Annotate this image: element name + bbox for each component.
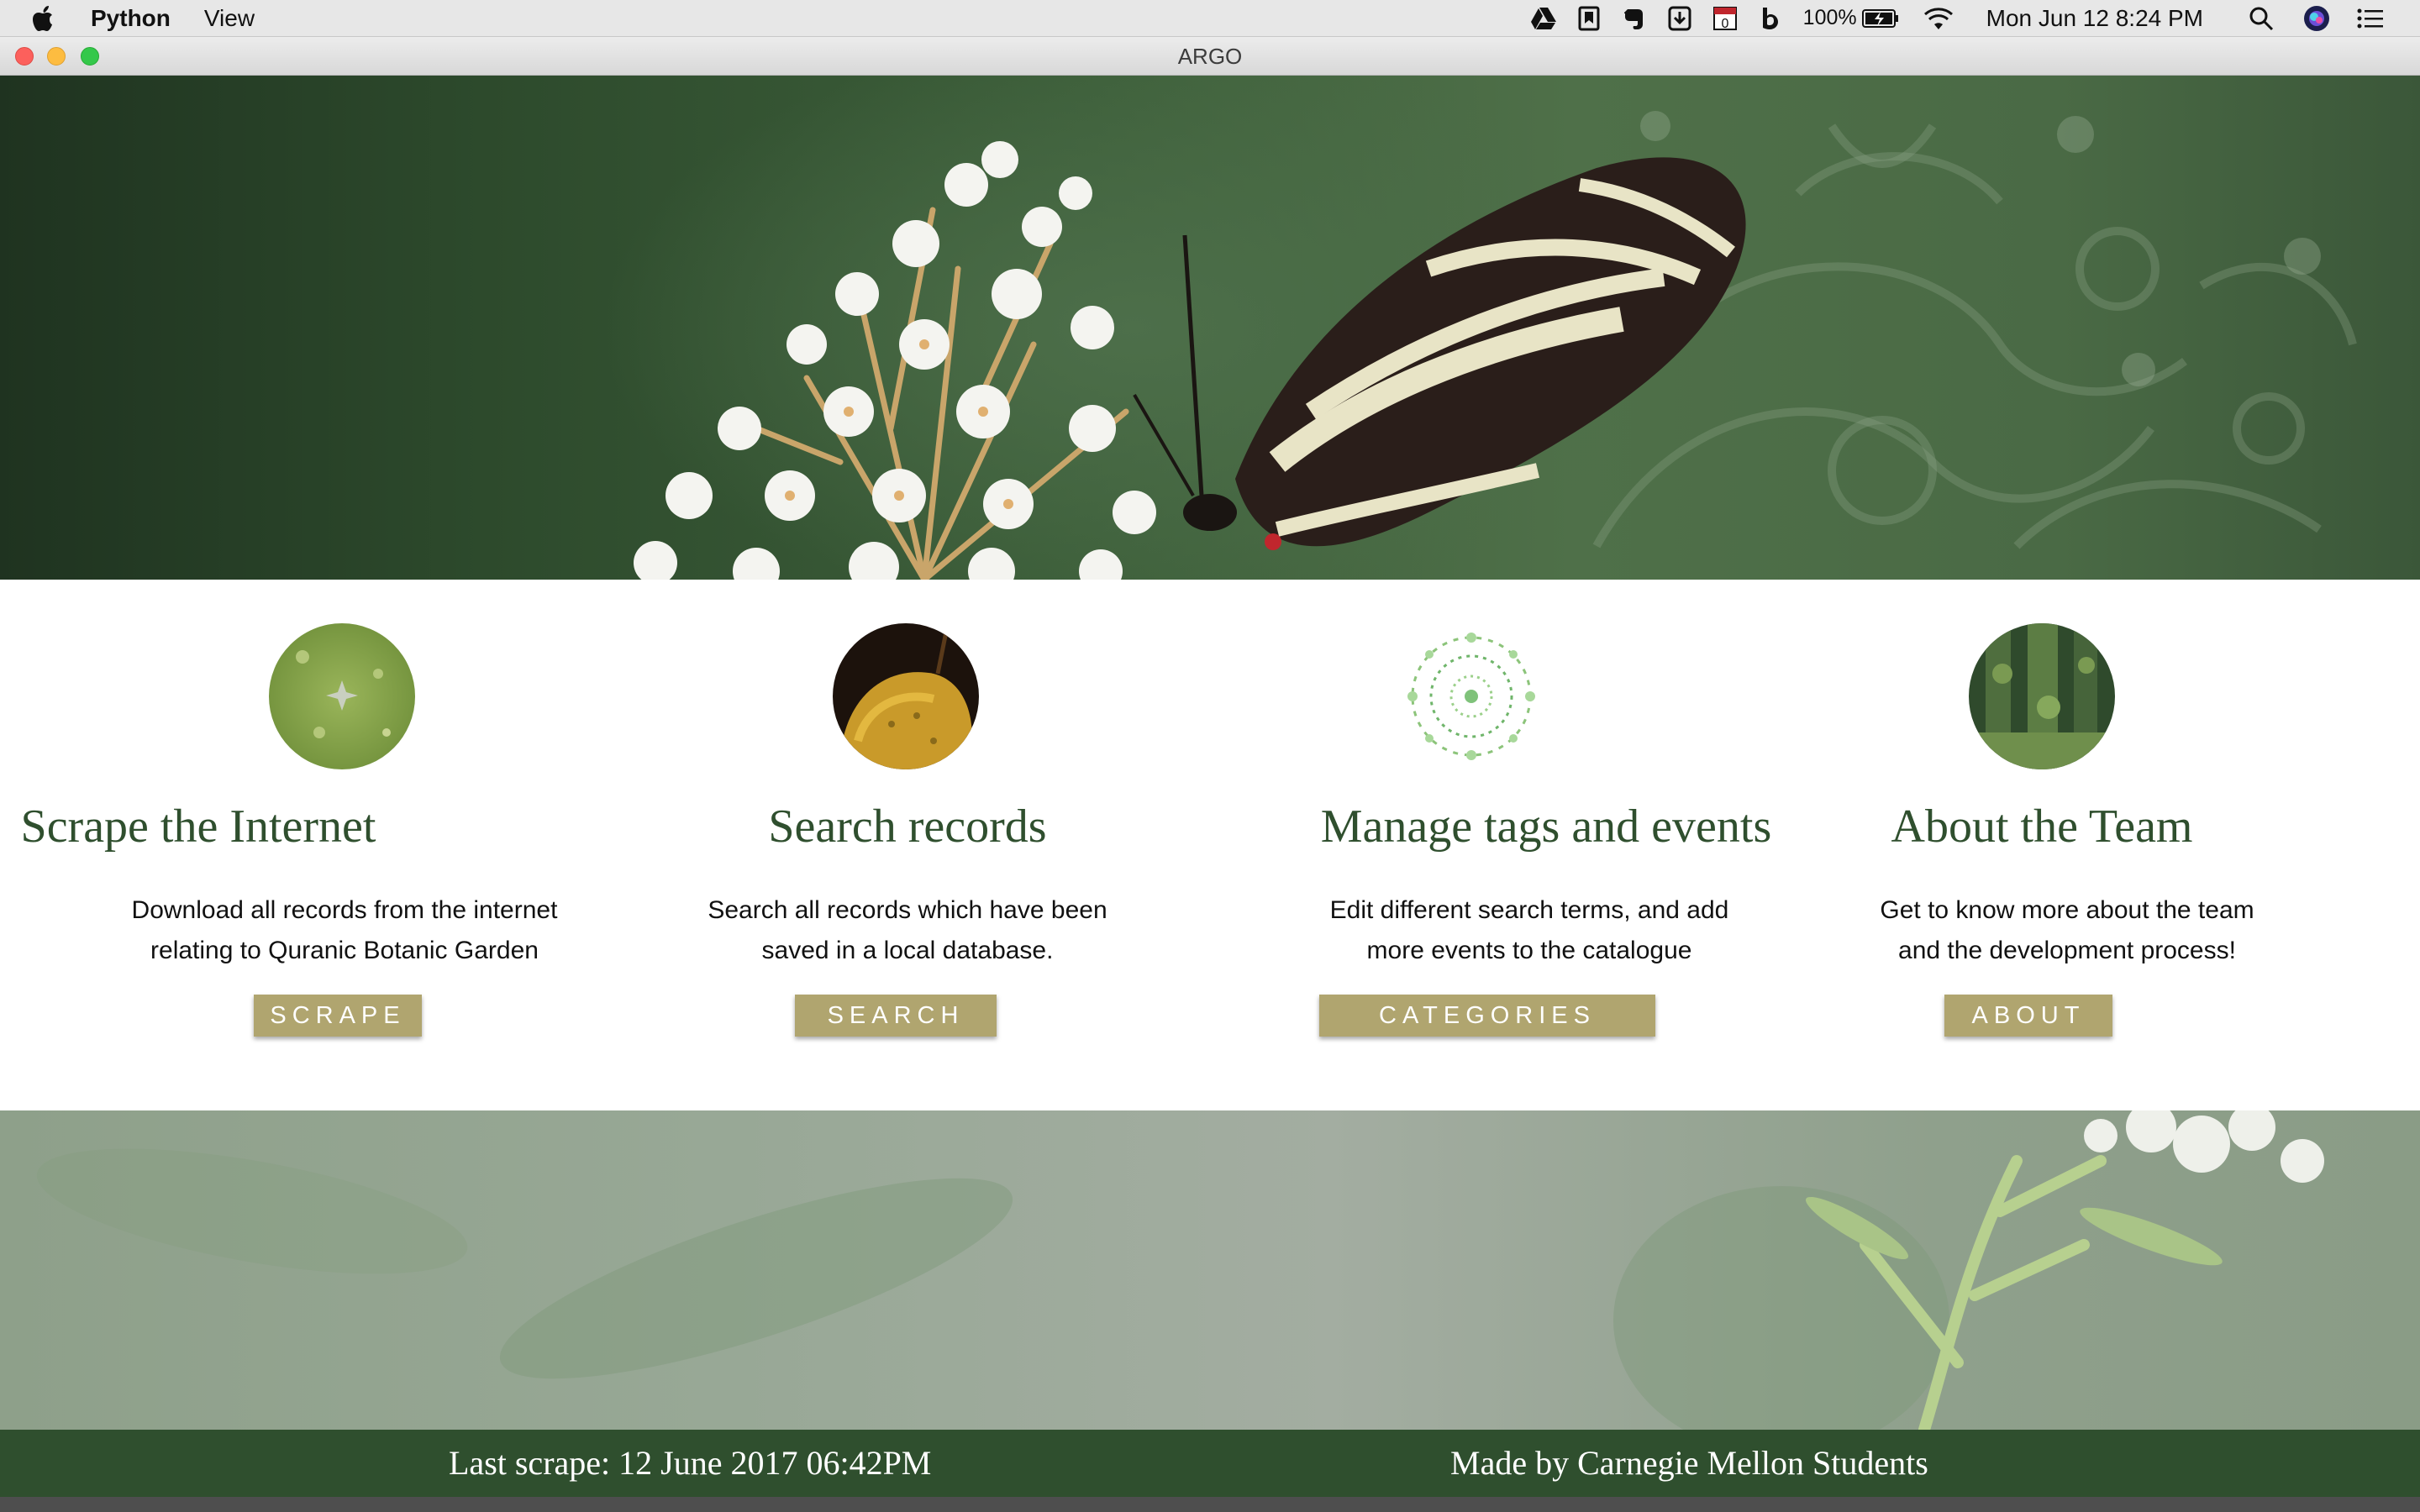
- flower-stems: [753, 207, 1129, 580]
- feature-desc-scrape-line1: Download all records from the internet: [131, 896, 558, 924]
- feature-title-search: Search records: [768, 801, 1047, 853]
- feature-desc-search: Search all records which have been saved…: [639, 890, 1176, 971]
- scrape-button[interactable]: SCRAPE: [254, 995, 422, 1037]
- floral-wreath-thumbnail-icon: [1398, 623, 1544, 769]
- feature-title-scrape: Scrape the Internet: [20, 801, 376, 853]
- menubar-clock[interactable]: Mon Jun 12 8:24 PM: [1986, 5, 2203, 32]
- battery-icon[interactable]: [1861, 4, 1899, 33]
- battery-percent: 100%: [1802, 6, 1857, 29]
- feature-scrape: Scrape the Internet Download all records…: [0, 580, 605, 1110]
- feature-title-about: About the Team: [1891, 801, 2193, 853]
- white-flower-cluster: [634, 141, 1156, 580]
- evernote-icon[interactable]: [1620, 4, 1649, 33]
- feature-desc-search-line2: saved in a local database.: [761, 937, 1054, 964]
- about-button[interactable]: ABOUT: [1944, 995, 2112, 1037]
- search-button[interactable]: SEARCH: [795, 995, 997, 1037]
- feature-desc-categories-line2: more events to the catalogue: [1366, 937, 1692, 964]
- b-icon[interactable]: [1756, 4, 1785, 33]
- app-menu-python[interactable]: Python: [91, 5, 171, 32]
- feature-desc-categories-line1: Edit different search terms, and add: [1329, 896, 1729, 924]
- categories-button[interactable]: CATEGORIES: [1319, 995, 1655, 1037]
- notification-center-icon[interactable]: [2356, 4, 2385, 33]
- last-scrape-text: Last scrape: 12 June 2017 06:42PM: [449, 1444, 932, 1482]
- forest-thumbnail-icon: [1969, 623, 2115, 769]
- calendar-icon[interactable]: 0: [1711, 4, 1739, 33]
- calendar-day-text: 0: [1721, 17, 1728, 31]
- feature-desc-about-line1: Get to know more about the team: [1880, 896, 2254, 924]
- window-title: ARGO: [1177, 44, 1243, 69]
- zebra-butterfly: [1133, 157, 1746, 550]
- bottom-background-image: [0, 1110, 2420, 1430]
- siri-icon[interactable]: [2302, 4, 2331, 33]
- bookmark-icon[interactable]: [1575, 4, 1603, 33]
- blossom: [2084, 1110, 2324, 1183]
- google-drive-icon[interactable]: [1529, 4, 1558, 33]
- window-titlebar: ARGO: [0, 37, 2420, 76]
- spotlight-search-icon[interactable]: [2247, 4, 2275, 33]
- feature-about: About the Team Get to know more about th…: [1815, 580, 2420, 1110]
- feature-desc-about: Get to know more about the team and the …: [1765, 890, 2370, 971]
- blurred-leaves: [36, 1148, 1949, 1430]
- window-bottom-edge: [0, 1497, 2420, 1512]
- feature-desc-scrape: Download all records from the internet r…: [84, 890, 605, 971]
- feature-desc-scrape-line2: relating to Quranic Botanic Garden: [150, 937, 539, 964]
- feature-desc-search-line1: Search all records which have been: [708, 896, 1107, 924]
- feature-desc-categories: Edit different search terms, and add mor…: [1244, 890, 1815, 971]
- feature-search: Search records Search all records which …: [605, 580, 1210, 1110]
- menu-view[interactable]: View: [204, 5, 255, 32]
- wifi-icon[interactable]: [1921, 4, 1956, 33]
- feature-desc-about-line2: and the development process!: [1898, 937, 2236, 964]
- download-icon[interactable]: [1665, 4, 1694, 33]
- credits-text: Made by Carnegie Mellon Students: [1450, 1444, 1928, 1482]
- feature-categories: Manage tags and events Edit different se…: [1210, 580, 1815, 1110]
- hero-banner-image: [0, 76, 2420, 580]
- footer-bar: Last scrape: 12 June 2017 06:42PM Made b…: [0, 1430, 2420, 1497]
- status-area: 0 100% Mon Jun 12 8:24 PM: [1512, 0, 2420, 37]
- macos-menu-bar: Python View 0 100% Mon Jun 12 8:24 PM: [0, 0, 2420, 37]
- features-section: Scrape the Internet Download all records…: [0, 580, 2420, 1110]
- fruit-thumbnail-icon: [833, 623, 979, 769]
- apple-menu-icon[interactable]: [32, 3, 59, 34]
- leaf-thumbnail-icon: [269, 623, 415, 769]
